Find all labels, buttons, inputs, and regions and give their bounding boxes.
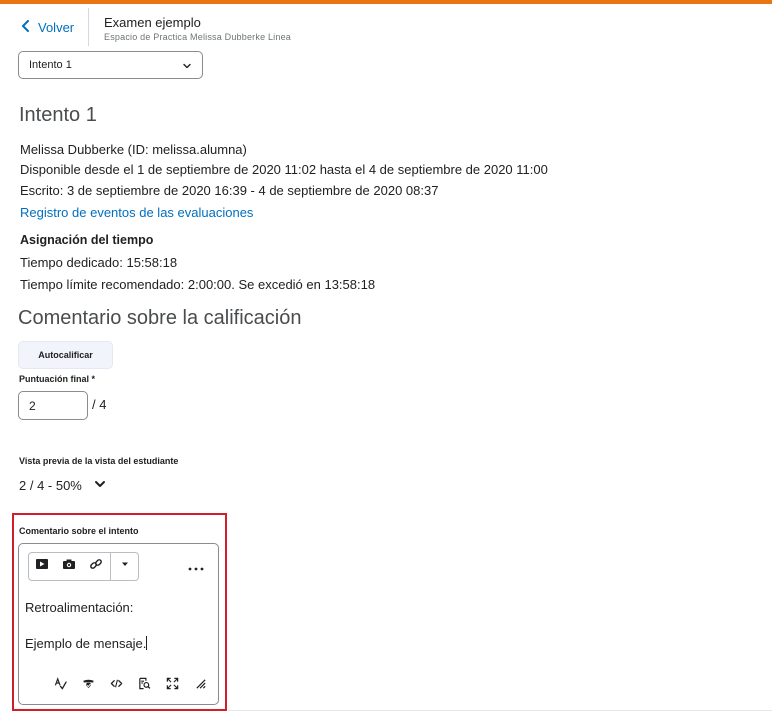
insert-link-button[interactable] — [83, 553, 110, 580]
insert-image-button[interactable] — [56, 553, 83, 580]
header-divider — [88, 8, 89, 46]
back-button-label: Volver — [38, 19, 75, 35]
editor-paragraph-text: Ejemplo de mensaje. — [25, 636, 147, 651]
time-spent: Tiempo dedicado: 15:58:18 — [20, 255, 178, 270]
resize-handle[interactable] — [189, 675, 211, 697]
source-code-icon — [110, 677, 123, 695]
more-options-button[interactable] — [184, 558, 208, 576]
student-preview: 2 / 4 - 50% — [19, 478, 106, 493]
student-preview-value: 2 / 4 - 50% — [19, 478, 82, 493]
accessibility-check-icon — [82, 677, 95, 695]
back-button[interactable]: Volver — [20, 12, 74, 42]
course-name: Espacio de Practica Melissa Dubberke Lin… — [104, 32, 291, 42]
attempt-heading: Intento 1 — [19, 104, 97, 126]
fullscreen-icon — [166, 677, 179, 695]
student-info: Melissa Dubberke (ID: melissa.alumna) — [20, 142, 247, 157]
editor-toolbar — [28, 552, 139, 581]
student-preview-label: Vista previa de la vista del estudiante — [19, 456, 179, 466]
caret-down-icon — [118, 557, 132, 576]
spellcheck-icon — [54, 677, 67, 695]
attempt-comment-label: Comentario sobre el intento — [19, 526, 139, 536]
text-caret — [146, 636, 148, 650]
page-divider — [228, 710, 772, 711]
chevron-down-icon — [182, 61, 192, 71]
preview-button[interactable] — [133, 675, 155, 697]
video-icon — [35, 557, 49, 576]
final-score-label: Puntuación final * — [19, 374, 96, 384]
final-score-value: 2 — [29, 398, 36, 413]
autograde-button[interactable]: Autocalificar — [18, 341, 113, 369]
page-title: Examen ejemplo — [104, 15, 201, 30]
time-limit: Tiempo límite recomendado: 2:00:00. Se e… — [20, 277, 376, 292]
editor-paragraph: Retroalimentación: — [25, 600, 134, 615]
chevron-down-icon[interactable] — [94, 478, 106, 493]
accessibility-checker-button[interactable] — [77, 675, 99, 697]
attempt-select-value: Intento 1 — [29, 59, 72, 71]
comment-editor[interactable]: Retroalimentación: Ejemplo de mensaje. — [18, 543, 219, 705]
toolbar-dropdown-button[interactable] — [111, 553, 138, 580]
camera-icon — [62, 557, 76, 576]
score-out-of: / 4 — [92, 397, 107, 412]
editor-bottom-toolbar — [49, 675, 211, 697]
final-score-input[interactable]: 2 — [18, 391, 88, 420]
insert-video-button[interactable] — [29, 553, 56, 580]
more-options-icon — [188, 558, 204, 576]
written-info: Escrito: 3 de septiembre de 2020 16:39 -… — [20, 183, 439, 198]
source-code-button[interactable] — [105, 675, 127, 697]
page-header: Volver Examen ejemplo Espacio de Practic… — [0, 4, 772, 50]
preview-icon — [138, 677, 151, 695]
chevron-left-icon — [20, 19, 32, 35]
editor-content-area[interactable]: Retroalimentación: Ejemplo de mensaje. — [25, 600, 213, 660]
spellcheck-button[interactable] — [49, 675, 71, 697]
attempt-select[interactable]: Intento 1 — [18, 51, 203, 79]
grade-feedback-heading: Comentario sobre la calificación — [18, 307, 302, 329]
availability-info: Disponible desde el 1 de septiembre de 2… — [20, 162, 548, 177]
time-allocation-heading: Asignación del tiempo — [20, 233, 154, 247]
editor-paragraph: Ejemplo de mensaje. — [25, 636, 148, 651]
link-icon — [89, 557, 103, 576]
event-log-link[interactable]: Registro de eventos de las evaluaciones — [20, 205, 253, 220]
resize-handle-icon — [194, 677, 207, 695]
fullscreen-button[interactable] — [161, 675, 183, 697]
